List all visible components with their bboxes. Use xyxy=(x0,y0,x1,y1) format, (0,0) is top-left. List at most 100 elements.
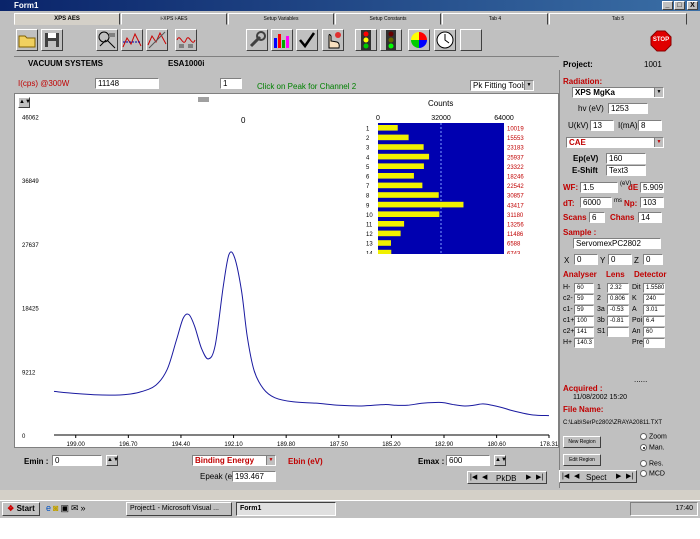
chevron-icon[interactable]: » xyxy=(81,503,88,513)
y-field[interactable]: 0 xyxy=(608,254,632,265)
traffic-light-go-icon[interactable] xyxy=(380,29,402,51)
maximize-button[interactable]: □ xyxy=(674,1,685,10)
pass-energy-field[interactable]: 160 xyxy=(606,153,646,164)
sample-field[interactable]: ServomexPC2802 xyxy=(573,238,661,249)
open-folder-icon[interactable] xyxy=(16,29,38,51)
analyser-param-field[interactable]: 141 xyxy=(574,327,594,337)
prev-spect-icon[interactable]: ◀ xyxy=(574,472,579,480)
counts-bar[interactable] xyxy=(378,249,392,254)
emin-field[interactable]: 0 xyxy=(52,455,102,466)
counts-bar[interactable] xyxy=(378,201,464,208)
detector-param-field[interactable]: 240 xyxy=(643,294,665,304)
tab-setup-variables[interactable]: Setup Variables xyxy=(228,13,334,25)
dwell-field[interactable]: 6000 xyxy=(580,197,612,208)
tab-setup-constants[interactable]: Setup Constants xyxy=(335,13,441,25)
pk-fitting-tools-dropdown[interactable]: Pk Fitting Tools ▼ xyxy=(470,80,534,91)
spectrum-fit-icon[interactable] xyxy=(121,29,143,51)
next-record-icon[interactable]: ▶ xyxy=(526,473,531,481)
wrench-icon[interactable] xyxy=(246,29,268,51)
stop-button[interactable]: STOP xyxy=(650,30,672,52)
voltage-field[interactable]: 13 xyxy=(590,120,614,131)
tab-ixps-iaes[interactable]: i-XPS i-AES xyxy=(121,13,227,25)
color-wheel-icon[interactable] xyxy=(408,29,430,51)
instrument-icon[interactable] xyxy=(96,29,118,51)
detector-param-field[interactable]: 3.01 xyxy=(643,305,665,315)
lens-param-field[interactable]: 2.32 xyxy=(607,283,629,293)
next-spect-icon[interactable]: ▶ xyxy=(616,472,621,480)
detector-param-field[interactable]: 0 xyxy=(643,338,665,348)
hand-pointer-icon[interactable] xyxy=(322,29,344,51)
z-field[interactable]: 0 xyxy=(643,254,663,265)
res-radio[interactable]: Res. xyxy=(640,460,663,467)
detector-param-field[interactable]: 6.4 xyxy=(643,316,665,326)
analyser-param-field[interactable]: 140.3 xyxy=(574,338,594,348)
minimize-button[interactable]: _ xyxy=(662,1,673,10)
counts-bar[interactable] xyxy=(378,221,405,227)
x-field[interactable]: 0 xyxy=(574,254,598,265)
detector-param-field[interactable]: 1.5580 xyxy=(643,283,665,293)
eshift-field[interactable]: Text3 xyxy=(606,165,646,176)
first-record-icon[interactable]: |◀ xyxy=(470,473,477,481)
channel-field[interactable]: 1 xyxy=(220,78,242,89)
taskbar-item-project1[interactable]: Project1 - Microsoft Visual ... xyxy=(126,502,232,516)
counts-bar[interactable] xyxy=(378,182,423,189)
current-field[interactable]: 8 xyxy=(638,120,662,131)
pkdb-navigator[interactable]: |◀ ◀ PkDB ▶ ▶| xyxy=(467,471,547,484)
intensity-field[interactable]: 11148 xyxy=(95,78,159,89)
counts-bar[interactable] xyxy=(378,230,401,237)
start-button[interactable]: ❖ Start xyxy=(2,502,40,516)
tab-4[interactable]: Tab 4 xyxy=(442,13,548,25)
counts-bar[interactable] xyxy=(378,163,424,169)
counts-bar[interactable] xyxy=(378,134,409,141)
lens-param-field[interactable]: -0.53 xyxy=(607,305,629,315)
lens-param-field[interactable]: 0.806 xyxy=(607,294,629,304)
lens-param-field[interactable]: -0.81 xyxy=(607,316,629,326)
close-button[interactable]: X xyxy=(687,1,698,10)
de-field[interactable]: 5.909 xyxy=(640,182,664,193)
counts-bar[interactable] xyxy=(378,173,414,179)
analyser-mode-dropdown[interactable]: CAE ▼ xyxy=(566,137,664,148)
tab-5[interactable]: Tab 5 xyxy=(549,13,687,25)
bar-chart-icon[interactable] xyxy=(271,29,293,51)
counts-bar[interactable] xyxy=(378,240,391,246)
counts-bar[interactable] xyxy=(378,125,398,131)
counts-bar[interactable] xyxy=(378,211,440,217)
radiation-source-dropdown[interactable]: XPS MgKa ▼ xyxy=(572,87,664,98)
emax-field[interactable]: 600 xyxy=(446,455,490,466)
spect-navigator[interactable]: |◀ ◀ Spect ▶ ▶| xyxy=(559,470,637,483)
counts-bar[interactable] xyxy=(378,144,424,150)
tab-xps-aes[interactable]: XPS AES xyxy=(14,13,120,25)
counts-bar[interactable] xyxy=(378,192,439,198)
desktop-icon[interactable]: ▣ xyxy=(60,503,71,513)
manual-radio[interactable]: Man. xyxy=(640,444,665,451)
blank-icon[interactable] xyxy=(460,29,482,51)
traffic-light-icon[interactable] xyxy=(355,29,377,51)
spectrum-tools-icon[interactable] xyxy=(146,29,168,51)
analyser-param-field[interactable]: 100 xyxy=(574,316,594,326)
last-spect-icon[interactable]: ▶| xyxy=(626,472,633,480)
save-disk-icon[interactable] xyxy=(41,29,63,51)
zoom-radio[interactable]: Zoom xyxy=(640,433,667,440)
analyser-param-field[interactable]: 59 xyxy=(574,305,594,315)
chans-field[interactable]: 14 xyxy=(638,212,662,223)
analyser-param-field[interactable]: 60 xyxy=(574,283,594,293)
detector-param-field[interactable]: 60 xyxy=(643,327,665,337)
emin-spinner[interactable]: ▲▼ xyxy=(106,455,119,466)
prev-record-icon[interactable]: ◀ xyxy=(482,473,487,481)
scans-field[interactable]: 6 xyxy=(589,212,605,223)
np-field[interactable]: 103 xyxy=(640,197,664,208)
analyser-param-field[interactable]: 59 xyxy=(574,294,594,304)
emax-spinner[interactable]: ▲▼ xyxy=(494,455,507,466)
energy-mode-dropdown[interactable]: Binding Energy ▼ xyxy=(192,455,276,466)
checkmark-icon[interactable] xyxy=(296,29,318,51)
mcd-radio[interactable]: MCD xyxy=(640,470,665,477)
clock-icon[interactable] xyxy=(434,29,456,51)
hv-field[interactable]: 1253 xyxy=(608,103,648,114)
edit-region-button[interactable]: Edit Region xyxy=(563,454,601,466)
signal-tools-icon[interactable] xyxy=(175,29,197,51)
ie-icon[interactable]: e xyxy=(46,503,53,513)
counts-bar[interactable] xyxy=(378,153,430,160)
new-region-button[interactable]: New Region xyxy=(563,436,601,448)
last-record-icon[interactable]: ▶| xyxy=(536,473,543,481)
wf-field[interactable]: 1.5 xyxy=(580,182,618,193)
